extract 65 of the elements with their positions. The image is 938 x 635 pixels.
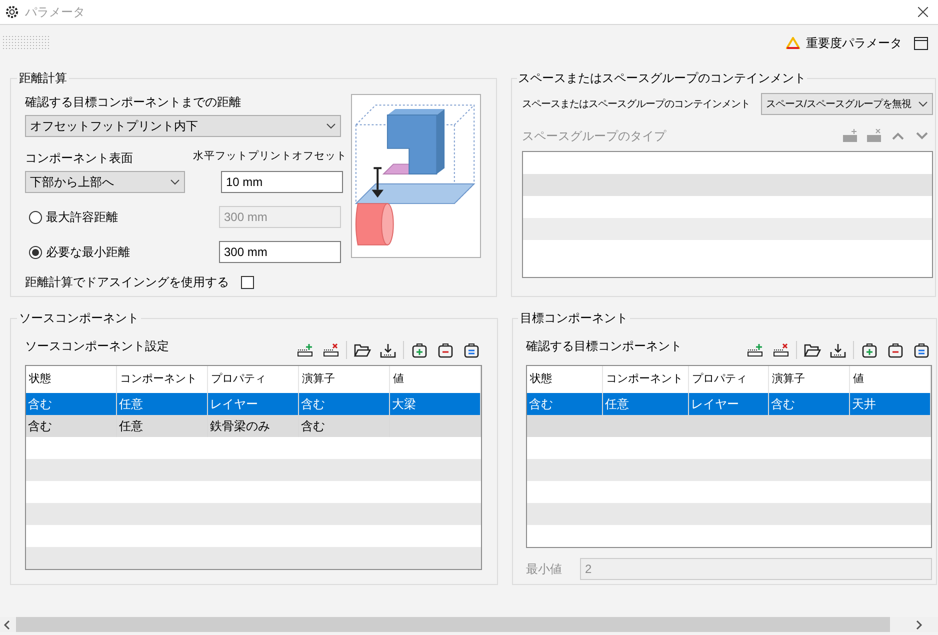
section-title: 距離計算	[18, 70, 68, 87]
radio-option[interactable]: 必要な最小距離	[25, 243, 130, 261]
add-row-icon	[297, 343, 313, 357]
warning-icon	[786, 37, 800, 49]
delete-row-icon	[323, 343, 339, 357]
settings-icon	[5, 5, 19, 19]
section-title: ソースコンポーネント	[18, 310, 140, 327]
bag-plus-icon	[412, 342, 426, 358]
chevron-down-icon	[326, 123, 336, 129]
table-cell-text: 含む	[28, 418, 52, 435]
table-cell-text: 含む	[771, 396, 795, 413]
delete-row-icon	[866, 129, 882, 143]
table-cell-text: 鉄骨梁のみ	[210, 418, 270, 435]
surface-dropdown[interactable]: 下部から上部へ	[25, 171, 185, 193]
field-label: 最小値	[526, 561, 562, 578]
table-title: 確認する目標コンポーネント	[526, 338, 682, 355]
chevron-down-icon	[170, 179, 180, 185]
table-cell-text: 大梁	[392, 396, 416, 413]
add-row-icon	[747, 343, 763, 357]
table-cell-text: 任意	[119, 396, 143, 413]
bag-minus-icon	[888, 342, 902, 358]
download-icon	[830, 342, 846, 358]
close-icon	[918, 7, 928, 17]
folder-icon	[354, 343, 370, 357]
table-cell-text: 任意	[605, 396, 629, 413]
chevron-up-icon	[892, 132, 904, 140]
table-title: ソースコンポーネント設定	[25, 338, 169, 355]
bag-equal-icon	[914, 342, 928, 358]
text-field[interactable]: 10 mm	[221, 171, 343, 193]
importance-label[interactable]: 重要度パラメータ	[806, 34, 902, 52]
radio-button[interactable]	[29, 246, 42, 258]
folder-icon	[804, 343, 820, 357]
table-cell-text: レイヤー	[210, 396, 258, 413]
table-row[interactable]: 含む 任意 レイヤー 含む 天井	[527, 393, 931, 415]
delete-row-icon	[773, 343, 789, 357]
table-cell-text: 天井	[852, 396, 876, 413]
table-cell-text: レイヤー	[691, 396, 739, 413]
table-row[interactable]: 含む 任意 レイヤー 含む 大梁	[26, 393, 481, 415]
download-icon	[380, 342, 396, 358]
table-cell-text: 含む	[28, 396, 52, 413]
add-row-icon	[842, 129, 858, 143]
containment-dropdown[interactable]: スペース/スペースグループを無視	[761, 93, 933, 115]
bag-equal-icon	[464, 342, 478, 358]
table-cell-text: 任意	[119, 418, 143, 435]
table-row[interactable]: 含む 任意 鉄骨梁のみ 含む	[26, 415, 481, 437]
field-label: スペースまたはスペースグループのコンテインメント	[522, 98, 750, 112]
section-title: スペースまたはスペースグループのコンテインメント	[517, 70, 807, 87]
table-cell-text: 含む	[301, 396, 325, 413]
table-cell-text: 含む	[301, 418, 325, 435]
bag-plus-icon	[862, 342, 876, 358]
field-label: スペースグループのタイプ	[522, 128, 666, 145]
distance-dropdown[interactable]: オフセットフットプリント内下	[25, 115, 341, 137]
section-title: 目標コンポーネント	[519, 310, 629, 327]
window-icon[interactable]	[914, 36, 928, 50]
text-field[interactable]: 300 mm	[219, 241, 341, 263]
field-label: コンポーネント表面	[25, 150, 134, 165]
checkbox-label: 距離計算でドアスインングを使用する	[25, 274, 229, 291]
chevron-down-icon	[918, 101, 928, 107]
field-label: 水平フットプリントオフセット	[193, 149, 347, 164]
chevron-down-icon	[916, 132, 928, 140]
field-label: 確認する目標コンポーネントまでの距離	[25, 94, 242, 111]
window-title: パラメータ	[25, 4, 85, 21]
checkbox[interactable]	[241, 276, 254, 288]
bag-minus-icon	[438, 342, 452, 358]
table-cell-text: 含む	[529, 396, 553, 413]
